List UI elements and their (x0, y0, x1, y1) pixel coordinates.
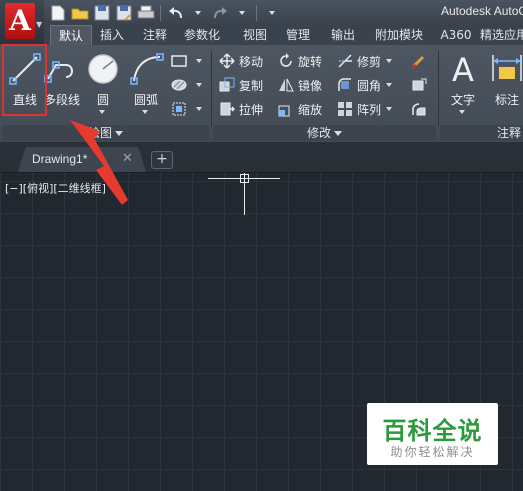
autocad-window: Autodesk AutoCAD 2016 A ▼ 默认 插入 注释 参数化 视… (0, 0, 523, 491)
watermark-logo: 百科全说 助你轻松解决 (367, 403, 498, 465)
watermark-title: 百科全说 (382, 417, 483, 445)
watermark-subtitle: 助你轻松解决 (390, 445, 475, 459)
